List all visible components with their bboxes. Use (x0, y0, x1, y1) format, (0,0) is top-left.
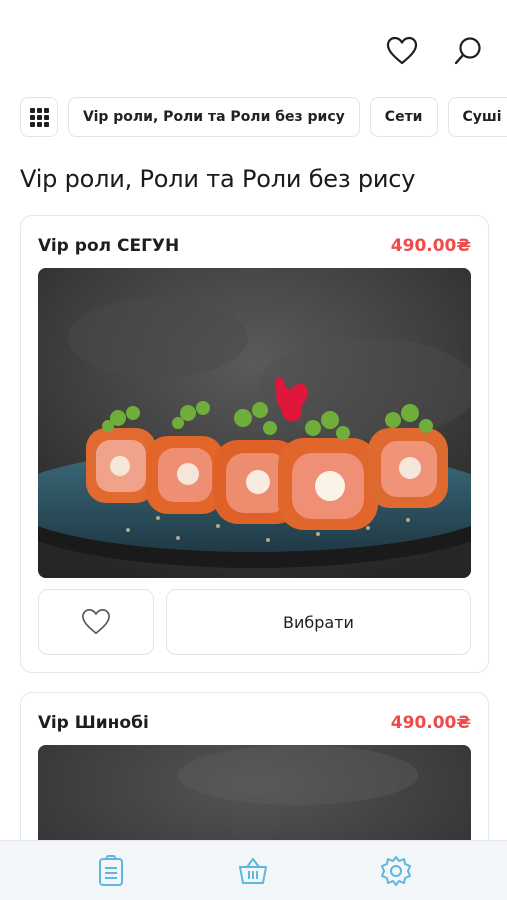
product-price: 490.00₴ (390, 236, 471, 256)
choose-button[interactable]: Вибрати (166, 589, 471, 655)
bottom-navigation (0, 840, 507, 900)
nav-menu-button[interactable] (91, 851, 131, 891)
nav-settings-button[interactable] (376, 851, 416, 891)
heart-icon (386, 36, 418, 65)
category-chip-sushi-burgers[interactable]: Суші бургери (447, 97, 507, 137)
nav-cart-button[interactable] (233, 851, 273, 891)
add-to-favorites-button[interactable] (38, 589, 154, 655)
favorites-button[interactable] (385, 34, 419, 68)
category-chip-vip-rolls[interactable]: Vip роли, Роли та Роли без рису (68, 97, 360, 137)
category-chip-sets[interactable]: Сети (369, 97, 438, 137)
category-menu-button[interactable] (20, 97, 58, 137)
product-header: Vip Шинобі 490.00₴ (38, 711, 471, 735)
settings-gear-icon (380, 855, 411, 886)
menu-list-icon (99, 854, 124, 886)
basket-icon (239, 856, 268, 884)
category-chips: Vip роли, Роли та Роли без рису Сети Суш… (20, 97, 507, 137)
section-title: Vip роли, Роли та Роли без рису (20, 165, 416, 193)
product-name: Vip рол СЕГУН (38, 236, 180, 256)
search-button[interactable] (451, 34, 485, 68)
sushi-roll-photo (38, 268, 471, 578)
product-actions: Вибрати (38, 589, 471, 655)
heart-icon (82, 609, 110, 635)
product-header: Vip рол СЕГУН 490.00₴ (38, 234, 471, 258)
top-bar (0, 0, 507, 95)
app-screen: Vip роли, Роли та Роли без рису Сети Суш… (0, 0, 507, 900)
search-icon (454, 37, 481, 65)
product-price: 490.00₴ (390, 713, 471, 733)
grid-icon (29, 107, 49, 127)
product-name: Vip Шинобі (38, 713, 149, 733)
product-image[interactable] (38, 268, 471, 578)
product-card: Vip рол СЕГУН 490.00₴ Вибрати (20, 215, 489, 673)
